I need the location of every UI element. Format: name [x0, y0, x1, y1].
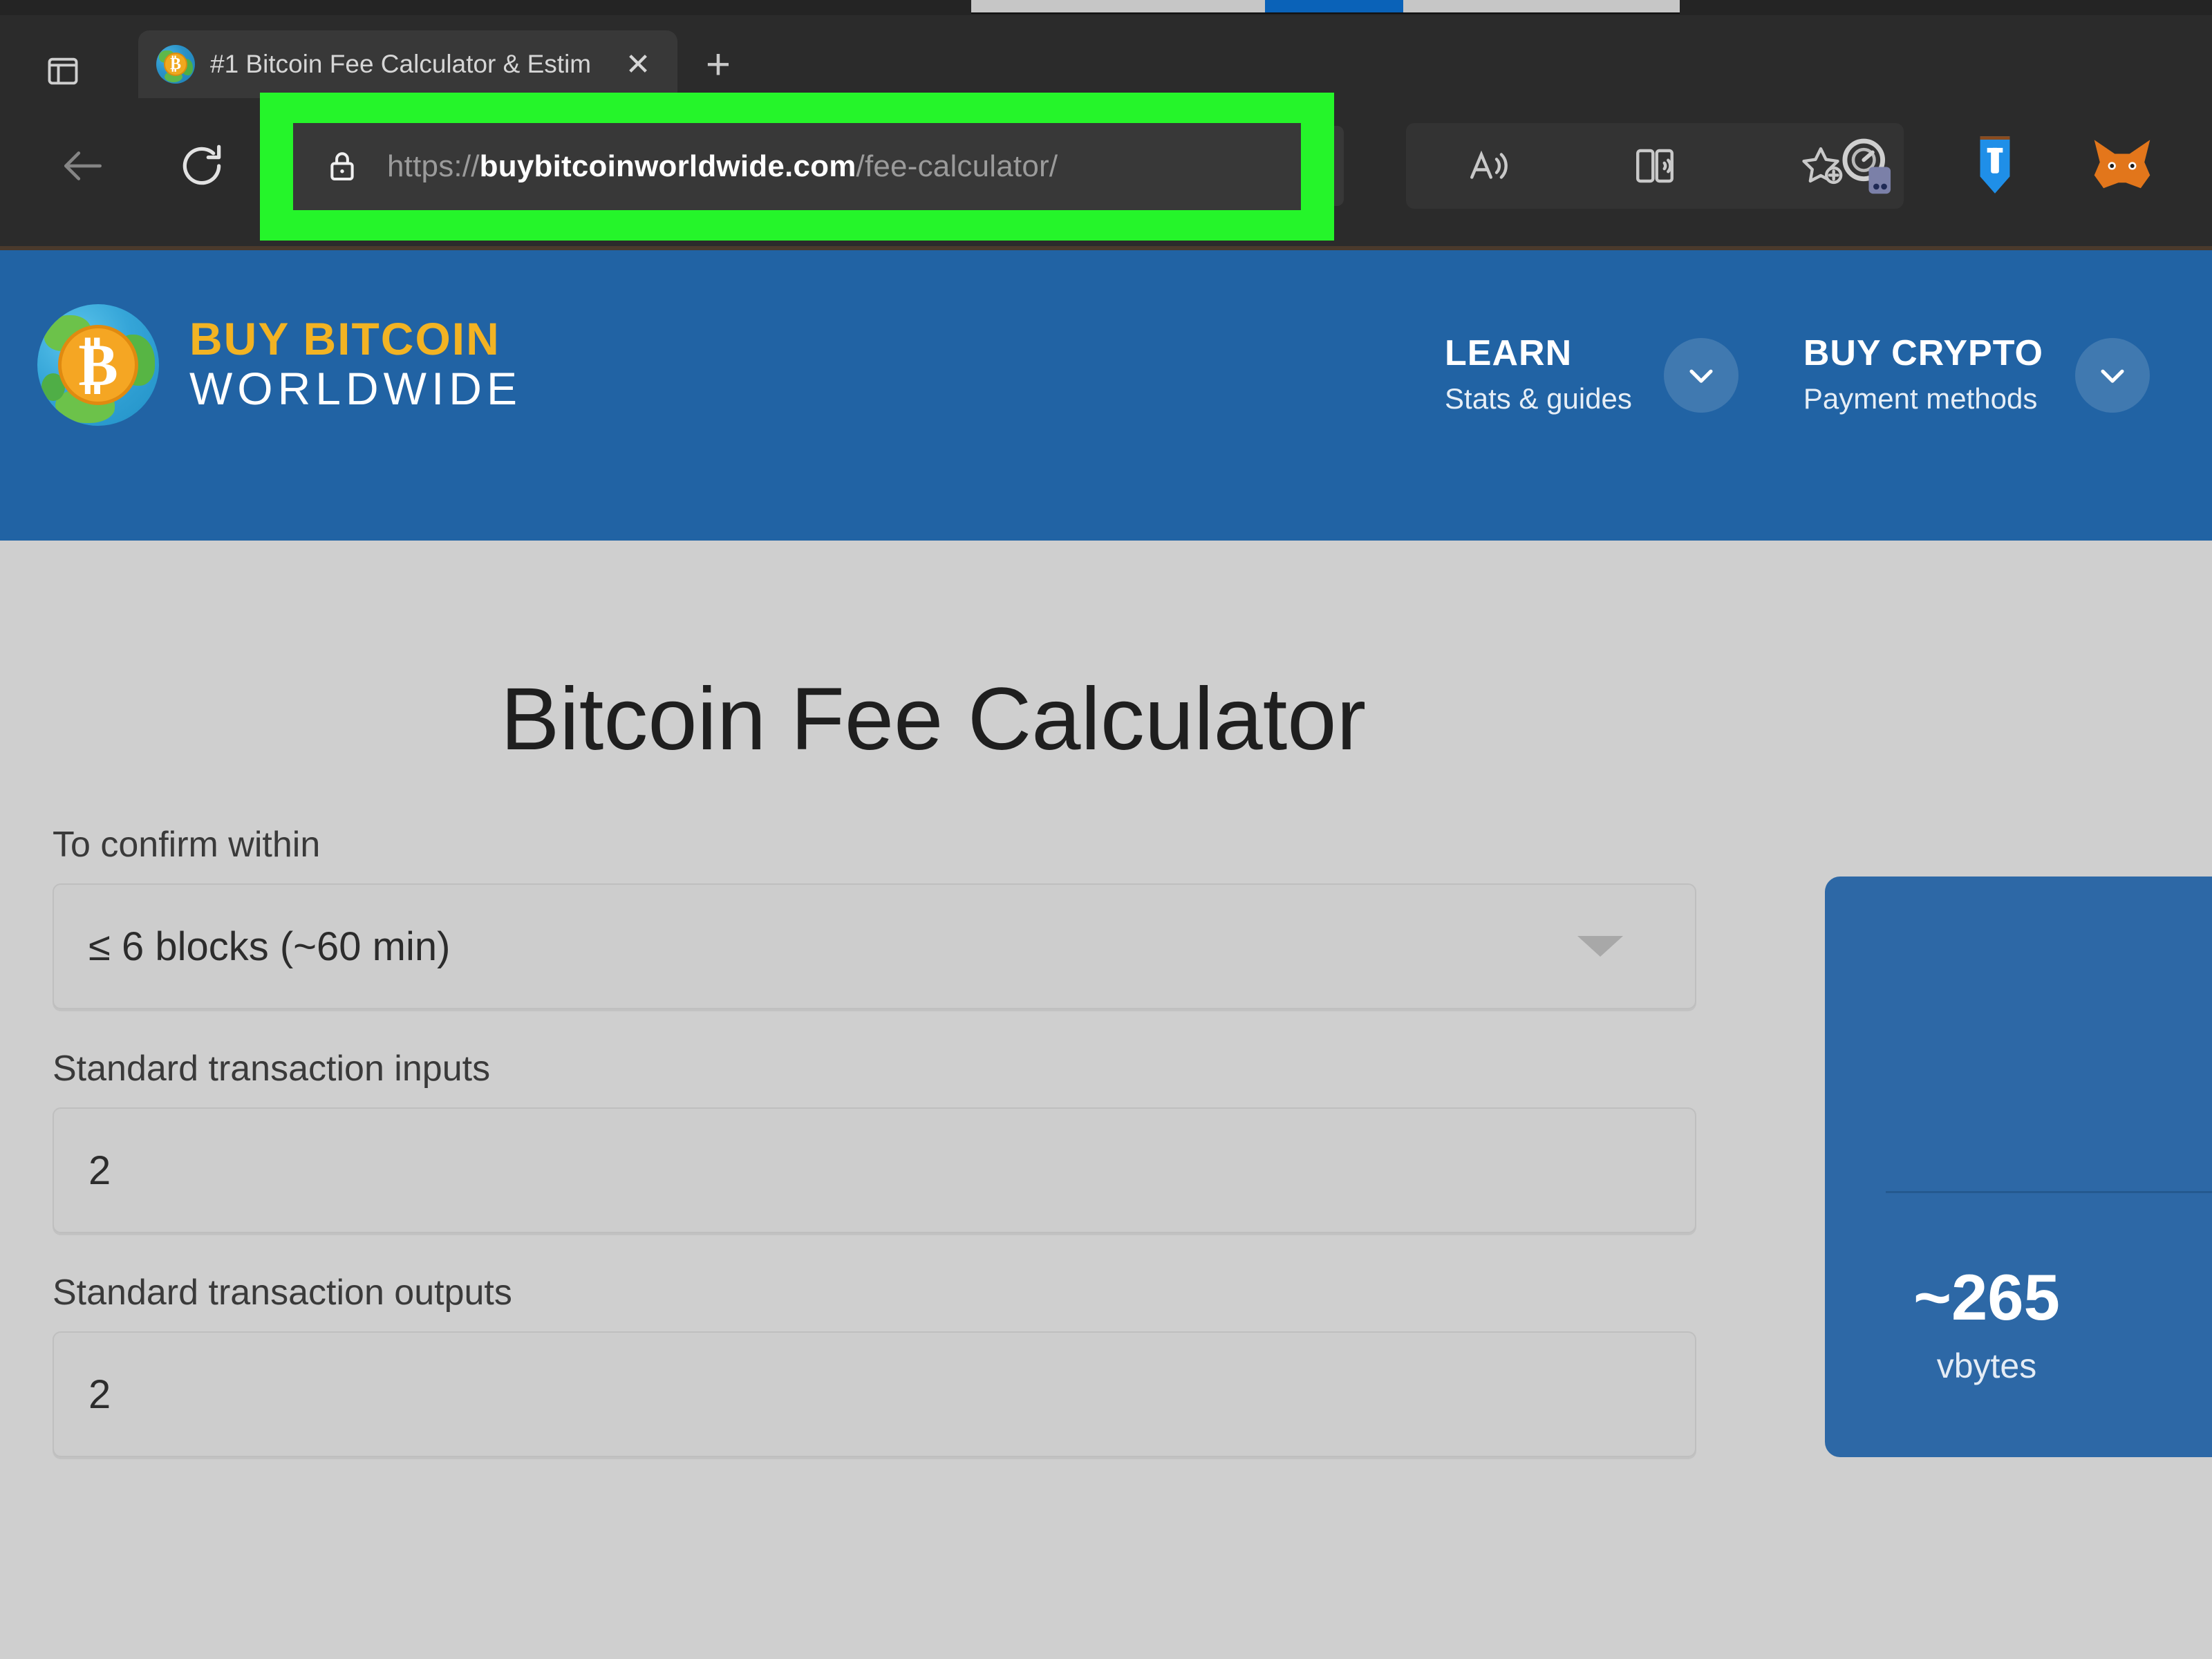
- back-arrow-icon: [57, 140, 109, 191]
- url-domain: buybitcoinworldwide.com: [479, 149, 856, 183]
- extension-icon-row: [1804, 123, 2212, 209]
- confirm-within-select[interactable]: ≤ 6 blocks (~60 min): [53, 883, 1696, 1009]
- nav-buycrypto-title: BUY CRYPTO: [1803, 333, 2043, 373]
- url-path: /fee-calculator/: [856, 149, 1058, 183]
- site-header: ₿ BUY BITCOIN WORLDWIDE LEARN Stats & gu…: [0, 250, 2212, 541]
- tab-actions-button[interactable]: [33, 44, 93, 98]
- chevron-down-icon: [2093, 356, 2132, 395]
- favicon-bitcoin-symbol: ₿: [164, 53, 187, 76]
- immersive-reader-icon: [1632, 143, 1678, 189]
- metric-vbytes-value: ~265: [1913, 1261, 2060, 1333]
- tab-favicon-bitcoin-globe-icon: ₿: [156, 45, 195, 84]
- back-button[interactable]: [41, 124, 124, 207]
- logo-line-1: BUY BITCOIN: [189, 313, 500, 365]
- tab-actions-panel-icon: [45, 53, 81, 89]
- confirm-within-value: ≤ 6 blocks (~60 min): [88, 924, 451, 969]
- fee-result-card: 1 sat ~265 vbytes ~ s: [1825, 877, 2212, 1457]
- fee-calculator-form: To confirm within ≤ 6 blocks (~60 min) S…: [53, 824, 1698, 1496]
- partial-extension-button[interactable]: [2186, 123, 2212, 209]
- browser-tab-active[interactable]: ₿ #1 Bitcoin Fee Calculator & Estim ✕: [138, 30, 677, 98]
- speedometer-extension-button[interactable]: [1804, 123, 1931, 209]
- nav-buycrypto-dropdown-button[interactable]: [2075, 338, 2150, 413]
- field-label-transaction-inputs: Standard transaction inputs: [53, 1049, 491, 1089]
- site-nav: LEARN Stats & guides BUY CRYPTO Payment …: [1445, 333, 2150, 418]
- fee-metrics-section: ~265 vbytes ~ s: [1825, 1191, 2212, 1457]
- site-logo[interactable]: ₿ BUY BITCOIN WORLDWIDE: [37, 304, 522, 426]
- nav-learn-dropdown-button[interactable]: [1663, 338, 1738, 413]
- blue-bookmark-extension-icon: [1968, 134, 2022, 198]
- field-confirm-within: To confirm within ≤ 6 blocks (~60 min): [53, 824, 1698, 1009]
- tab-close-button[interactable]: ✕: [617, 43, 659, 86]
- logo-line-2: WORLDWIDE: [189, 362, 522, 414]
- metamask-extension-button[interactable]: [2059, 123, 2186, 209]
- metric-vbytes: ~265 vbytes: [1897, 1261, 2077, 1386]
- field-label-transaction-outputs: Standard transaction outputs: [53, 1273, 512, 1313]
- speedometer-extension-icon: [1836, 134, 1900, 198]
- transaction-inputs-field[interactable]: 2: [53, 1107, 1696, 1233]
- nav-item-buy-crypto[interactable]: BUY CRYPTO Payment methods: [1803, 333, 2150, 418]
- bitcoin-globe-logo-icon: ₿: [37, 304, 159, 426]
- nav-buycrypto-subtitle: Payment methods: [1803, 382, 2038, 415]
- reload-icon: [176, 140, 227, 191]
- outer-window-titlebar-sliver: [0, 0, 2212, 15]
- logo-bitcoin-symbol: ₿: [78, 332, 118, 398]
- metric-vbytes-unit: vbytes: [1936, 1346, 2037, 1385]
- metamask-fox-extension-icon: [2090, 136, 2154, 196]
- read-aloud-button[interactable]: [1406, 123, 1572, 209]
- address-bar-url-highlighted: https://buybitcoinworldwide.com/fee-calc…: [387, 149, 1058, 184]
- transaction-inputs-value: 2: [88, 1147, 111, 1193]
- read-aloud-icon: [1466, 143, 1512, 189]
- tab-strip: ₿ #1 Bitcoin Fee Calculator & Estim ✕ +: [0, 15, 2212, 98]
- outer-window-bar-right: [1403, 0, 1680, 14]
- nav-item-learn[interactable]: LEARN Stats & guides: [1445, 333, 1803, 418]
- transaction-outputs-field[interactable]: 2: [53, 1331, 1696, 1457]
- chevron-down-icon: [1577, 936, 1623, 957]
- new-tab-button[interactable]: +: [691, 37, 745, 91]
- field-transaction-outputs: Standard transaction outputs 2: [53, 1272, 1698, 1457]
- nav-learn-title: LEARN: [1445, 333, 1573, 373]
- address-bar-highlighted[interactable]: https://buybitcoinworldwide.com/fee-calc…: [293, 123, 1301, 210]
- field-label-confirm-within: To confirm within: [53, 825, 321, 865]
- reload-button[interactable]: [160, 124, 243, 207]
- chevron-down-icon: [1682, 356, 1721, 395]
- bookmark-extension-button[interactable]: [1931, 123, 2059, 209]
- site-logo-text: BUY BITCOIN WORLDWIDE: [189, 315, 522, 414]
- url-scheme: https://: [387, 149, 480, 183]
- nav-learn-subtitle: Stats & guides: [1445, 382, 1632, 415]
- field-transaction-inputs: Standard transaction inputs 2: [53, 1048, 1698, 1233]
- lock-icon: [324, 148, 361, 185]
- tab-title: #1 Bitcoin Fee Calculator & Estim: [210, 50, 592, 78]
- transaction-outputs-value: 2: [88, 1371, 111, 1417]
- immersive-reader-button[interactable]: [1572, 123, 1738, 209]
- page-title: Bitcoin Fee Calculator: [500, 670, 1367, 769]
- outer-window-bar-active: [1265, 0, 1403, 14]
- fee-rate-section: 1 sat: [1825, 877, 2212, 1191]
